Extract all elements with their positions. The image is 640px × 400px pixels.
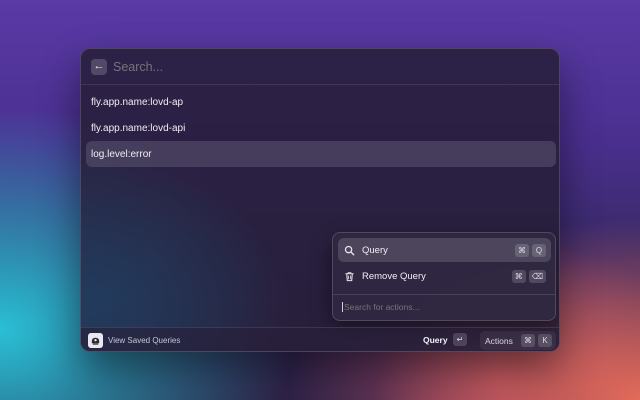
primary-action-button[interactable]: Query	[423, 335, 448, 345]
shortcut-keys: ⌘ Q	[515, 243, 546, 257]
action-remove-query[interactable]: Remove Query ⌘ ⌫	[338, 264, 551, 288]
list-item-label: fly.app.name:lovd-ap	[91, 96, 184, 108]
extension-icon	[88, 333, 103, 348]
search-icon	[343, 244, 355, 256]
back-button[interactable]: ←	[91, 58, 107, 75]
list-item-label: fly.app.name:lovd-api	[91, 122, 186, 134]
command-window: ← fly.app.name:lovd-ap fly.app.name:lovd…	[80, 48, 560, 352]
list-item[interactable]: log.level:error	[86, 141, 556, 167]
actions-popover: Query ⌘ Q Remove Query ⌘ ⌫	[332, 232, 556, 321]
footer-bar: View Saved Queries Query ↵ Actions ⌘ K	[81, 327, 559, 351]
actions-label: Actions	[485, 335, 513, 346]
arrow-left-icon: ←	[93, 60, 105, 72]
shortcut-keys: ⌘ K	[521, 334, 552, 347]
actions-search-input[interactable]	[342, 302, 542, 312]
key-k: K	[538, 334, 552, 347]
command-key: ⌘	[511, 269, 526, 283]
list-item[interactable]: fly.app.name:lovd-ap	[86, 89, 556, 115]
trash-icon	[343, 270, 355, 282]
list-item[interactable]: fly.app.name:lovd-api	[86, 115, 556, 141]
command-key: ⌘	[521, 334, 535, 347]
footer-title: View Saved Queries	[108, 336, 181, 345]
command-key: ⌘	[515, 243, 529, 257]
actions-button[interactable]: Actions ⌘ K	[480, 331, 556, 350]
search-input[interactable]	[113, 59, 493, 74]
shortcut-keys: ⌘ ⌫	[511, 269, 546, 283]
action-label: Query	[362, 244, 388, 256]
results-list: fly.app.name:lovd-ap fly.app.name:lovd-a…	[86, 89, 556, 167]
search-bar: ←	[81, 49, 559, 85]
enter-key: ↵	[453, 333, 467, 346]
list-item-label: log.level:error	[91, 148, 152, 160]
action-query[interactable]: Query ⌘ Q	[338, 238, 551, 262]
divider	[333, 294, 555, 295]
delete-key: ⌫	[528, 269, 546, 283]
key-q: Q	[532, 243, 546, 257]
action-label: Remove Query	[362, 270, 426, 282]
